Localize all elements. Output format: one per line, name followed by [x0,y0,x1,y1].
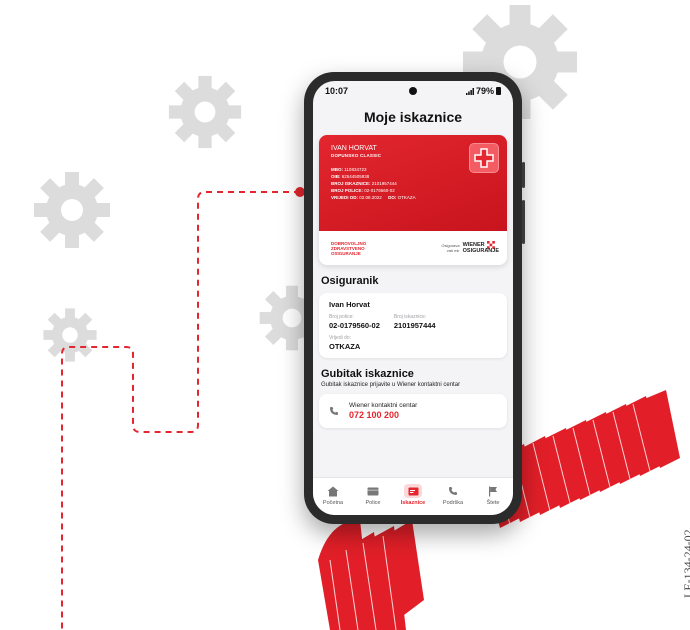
medical-cross-icon [469,143,499,173]
card-front: IVAN HORVAT DOPUNSKO CLASSIC MBO: 110834… [319,135,507,231]
home-icon [324,484,342,498]
brand-tagline: Osiguravа vaš mir [441,243,460,253]
loss-subtitle: Gubitak iskaznice prijavite u Wiener kon… [321,382,461,388]
insured-section-title: Osiguranik [321,275,379,287]
battery-icon [496,87,501,95]
program-name: DOBROVOLJNO ZDRAVSTVENO OSIGURANJE [331,240,367,256]
phone-screen: 10:07 79% Moje iskaznice IVAN HORVAT DOP… [313,81,513,515]
card-row: BROJ ISKAZNICE: 2101957444 [331,181,397,186]
card-icon [404,484,422,498]
gear-icon [168,75,242,149]
flag-icon [484,484,502,498]
wiener-logo: WIENER OSIGURANJE [462,241,499,255]
gear-icon [43,308,97,362]
nav-item-police[interactable]: Police [355,484,391,506]
status-right: 79% [465,86,501,96]
status-time: 10:07 [325,86,349,96]
nav-item-podrska[interactable]: Podrška [435,484,471,506]
nav-item-stete[interactable]: Štete [475,484,511,506]
battery-percent: 79% [475,86,494,96]
policy-number: Broj police: 02-0179560-02 [329,314,380,330]
signal-icon [465,87,474,95]
nav-item-iskaznice[interactable]: Iskaznice [395,484,431,506]
contact-number: 072 100 200 [349,410,400,420]
card-row: BROJ POLICE: 02-0179560-02 [331,188,395,193]
bottom-navigation: Početna Police Iskaznice Podrška Štete [313,477,513,515]
wallet-icon [364,484,382,498]
insured-name: Ivan Horvat [329,300,370,309]
card-row: OIB: 62544505938 [331,174,370,179]
phone-icon [330,407,338,415]
phone-mockup: 10:07 79% Moje iskaznice IVAN HORVAT DOP… [304,72,525,524]
insured-info-box: Ivan Horvat Broj police: 02-0179560-02 B… [319,293,507,358]
card-row-valid: VRIJEDI OD: 02.08.2022 DO: OTKAZA [331,195,416,200]
loss-section-title: Gubitak iskaznice [321,368,414,380]
contact-text: Wiener kontaktni centar 072 100 200 [349,402,417,420]
card-footer: DOBROVOLJNO ZDRAVSTVENO OSIGURANJE Osigu… [319,231,507,265]
policy-card-row: Broj police: 02-0179560-02 Broj iskaznic… [329,314,497,330]
nav-item-pocetna[interactable]: Početna [315,484,351,506]
contact-label: Wiener kontaktni centar [349,402,418,409]
document-id: LE-134-24-02 [681,529,690,598]
power-button [522,162,525,188]
insurance-card[interactable]: IVAN HORVAT DOPUNSKO CLASSIC MBO: 110834… [319,135,507,265]
dashed-connector-line [61,191,300,630]
phone-icon [444,484,462,498]
page-title: Moje iskaznice [363,109,463,125]
valid-until: Vrijedi do: OTKAZA [329,335,361,351]
front-camera [409,87,417,95]
card-number: Broj iskaznice: 2101957444 [393,314,436,330]
wiener-brand: Osiguravа vaš mir WIENER OSIGURANJE [441,241,499,255]
contact-center-button[interactable]: Wiener kontaktni centar 072 100 200 [319,394,507,428]
gear-icon [34,172,110,248]
volume-button [522,200,525,244]
